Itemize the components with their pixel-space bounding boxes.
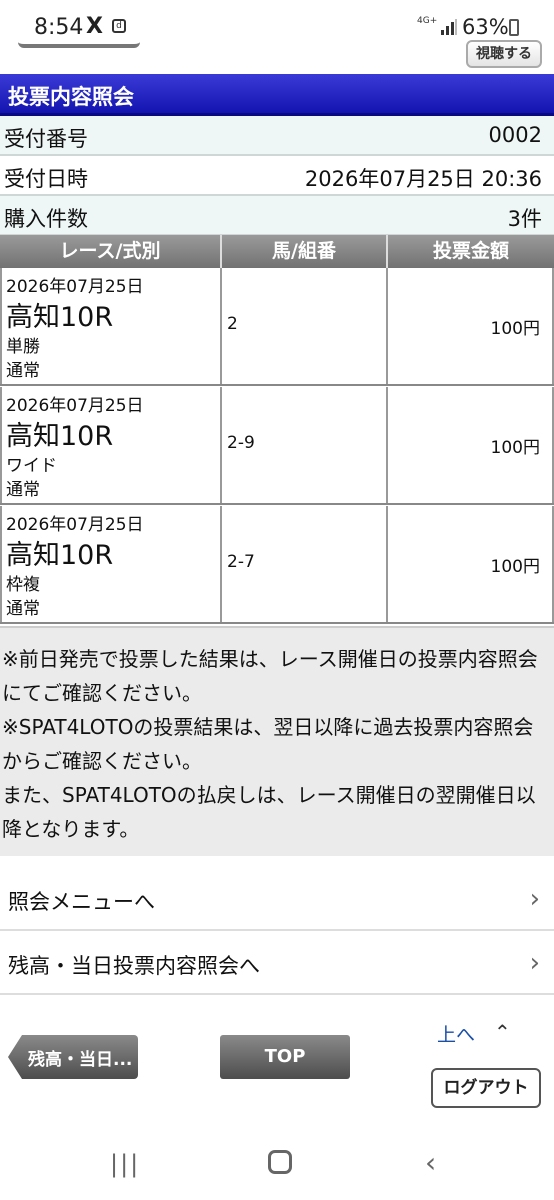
- bet-mode: 通常: [6, 599, 40, 619]
- notes-section: ※前日発売で投票した結果は、レース開催日の投票内容照会にてご確認ください。 ※S…: [0, 626, 554, 856]
- battery-percent: 63%: [462, 15, 509, 39]
- info-value: 0002: [488, 123, 542, 147]
- web-header: 視聴する: [0, 38, 554, 72]
- info-row-receipt-number: 受付番号 0002: [0, 116, 554, 156]
- bet-type: ワイド: [6, 456, 57, 476]
- note-text: ※SPAT4LOTOの投票結果は、翌日以降に過去投票内容照会からご確認ください。: [2, 715, 534, 773]
- bet-amount: 100円: [490, 438, 540, 458]
- combination-cell: 2-9: [222, 387, 388, 503]
- menu-link-label: 残高・当日投票内容照会へ: [8, 954, 260, 978]
- page-title: 投票内容照会: [8, 85, 134, 109]
- scroll-up-link[interactable]: 上へ: [437, 1020, 475, 1047]
- column-header-combination: 馬/組番: [222, 235, 388, 268]
- bet-amount: 100円: [490, 319, 540, 339]
- bet-amount: 100円: [490, 557, 540, 577]
- info-row-receipt-datetime: 受付日時 2026年07月25日 20:36: [0, 156, 554, 196]
- race-venue: 高知10R: [6, 421, 114, 452]
- amount-cell: 100円: [388, 506, 554, 622]
- header-bar-fragment: [18, 38, 140, 48]
- chevron-right-icon: ›: [529, 948, 540, 978]
- signal-icon: [441, 19, 457, 35]
- bet-mode: 通常: [6, 361, 40, 381]
- race-cell: 2026年07月25日 高知10R ワイド 通常: [0, 387, 222, 503]
- chevron-right-icon: ›: [529, 884, 540, 914]
- info-label: 受付日時: [4, 167, 88, 191]
- menu-link-inquiry-menu[interactable]: 照会メニューへ ›: [0, 869, 554, 931]
- combination-cell: 2-7: [222, 506, 388, 622]
- page-title-bar: 投票内容照会: [0, 74, 554, 116]
- table-row: 2026年07月25日 高知10R ワイド 通常 2-9 100円: [0, 387, 554, 505]
- combination-number: 2: [227, 314, 238, 334]
- race-venue: 高知10R: [6, 302, 114, 333]
- d-app-icon: d: [112, 19, 126, 33]
- combination-number: 2-7: [227, 552, 255, 572]
- race-date: 2026年07月25日: [6, 515, 144, 535]
- table-row: 2026年07月25日 高知10R 単勝 通常 2 100円: [0, 268, 554, 386]
- view-button[interactable]: 視聴する: [466, 40, 542, 68]
- menu-link-balance-inquiry[interactable]: 残高・当日投票内容照会へ ›: [0, 933, 554, 995]
- race-date: 2026年07月25日: [6, 277, 144, 297]
- table-header: レース/式別 馬/組番 投票金額: [0, 235, 554, 268]
- info-label: 購入件数: [4, 207, 88, 231]
- bet-type: 単勝: [6, 337, 40, 357]
- bet-type: 枠複: [6, 575, 40, 595]
- recent-apps-icon[interactable]: |||: [110, 1150, 140, 1178]
- back-button-label: 残高・当日...: [28, 1050, 133, 1070]
- combination-cell: 2: [222, 268, 388, 384]
- race-venue: 高知10R: [6, 540, 114, 571]
- logout-button[interactable]: ログアウト: [431, 1068, 541, 1108]
- back-button[interactable]: 残高・当日...: [8, 1035, 138, 1079]
- race-cell: 2026年07月25日 高知10R 単勝 通常: [0, 268, 222, 384]
- note-text: また、SPAT4LOTOの払戻しは、レース開催日の翌開催日以降となります。: [2, 783, 536, 841]
- back-nav-icon[interactable]: ‹: [425, 1146, 436, 1179]
- info-value: 3件: [507, 207, 542, 231]
- amount-cell: 100円: [388, 387, 554, 503]
- battery-icon: [509, 19, 519, 36]
- column-header-amount: 投票金額: [432, 240, 509, 262]
- info-value: 2026年07月25日 20:36: [304, 167, 542, 191]
- x-app-icon: X: [86, 14, 103, 39]
- amount-cell: 100円: [388, 268, 554, 384]
- bet-mode: 通常: [6, 480, 40, 500]
- menu-link-label: 照会メニューへ: [8, 890, 155, 914]
- top-button[interactable]: TOP: [220, 1035, 350, 1079]
- race-cell: 2026年07月25日 高知10R 枠複 通常: [0, 506, 222, 622]
- table-row: 2026年07月25日 高知10R 枠複 通常 2-7 100円: [0, 506, 554, 624]
- info-row-purchase-count: 購入件数 3件: [0, 196, 554, 236]
- network-type-icon: 4G+: [417, 16, 438, 26]
- column-header-race: レース/式別: [0, 235, 222, 268]
- home-icon[interactable]: [268, 1150, 292, 1174]
- combination-number: 2-9: [227, 433, 255, 453]
- clock: 8:54: [34, 15, 84, 40]
- chevron-up-icon[interactable]: ⌃: [494, 1020, 511, 1044]
- race-date: 2026年07月25日: [6, 396, 144, 416]
- note-text: ※前日発売で投票した結果は、レース開催日の投票内容照会にてご確認ください。: [2, 647, 538, 705]
- info-label: 受付番号: [4, 127, 88, 151]
